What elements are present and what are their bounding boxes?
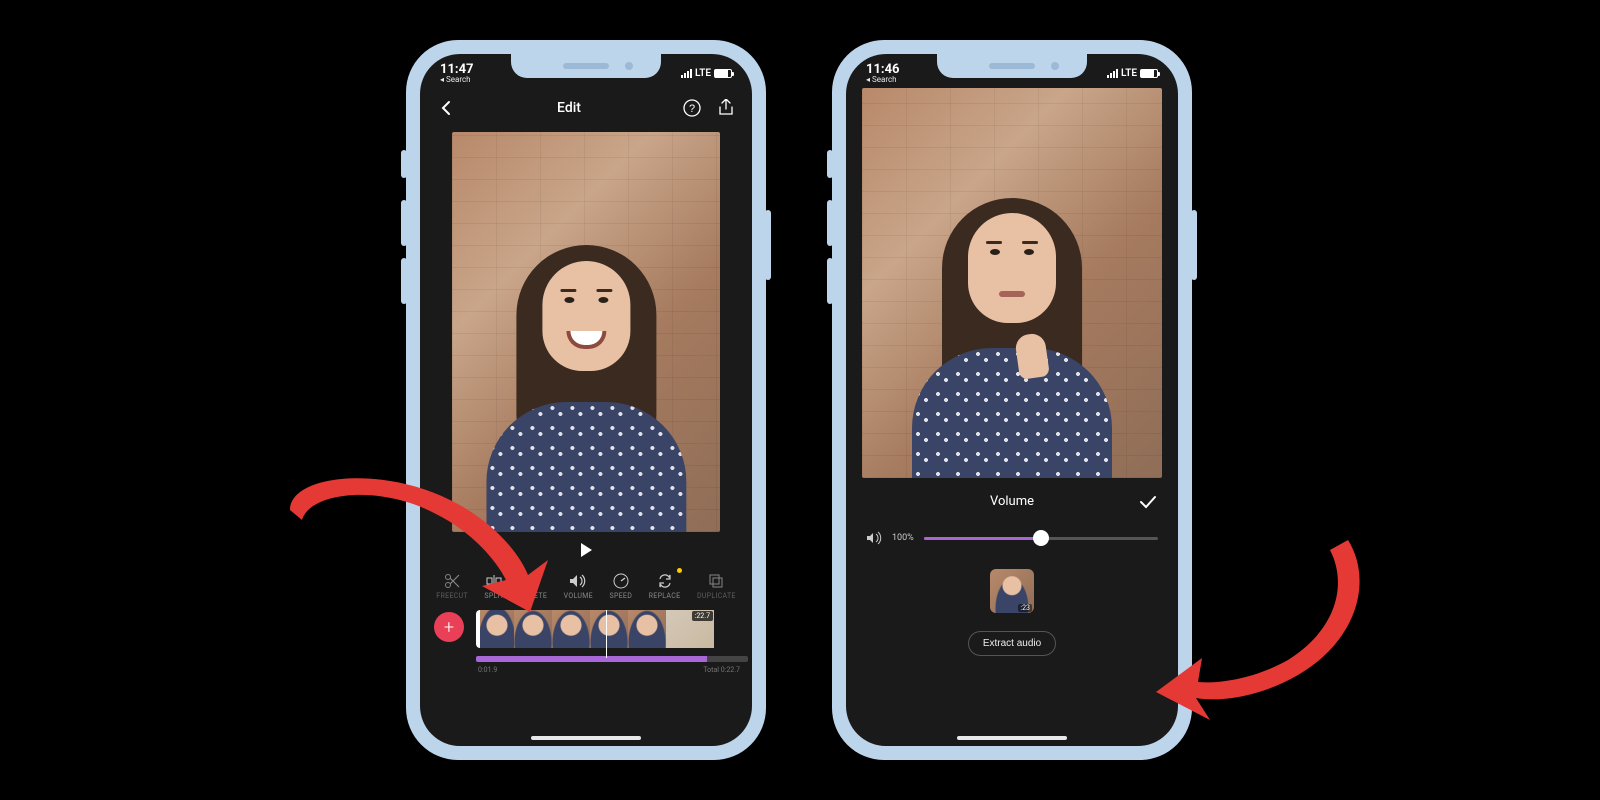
tool-duplicate[interactable]: DUPLICATE [697,572,736,600]
svg-text:?: ? [689,103,695,115]
volume-up-button [401,200,407,246]
playhead[interactable] [606,610,607,658]
timeline-thumb[interactable] [476,610,514,648]
volume-icon [866,531,882,545]
current-time: 0:01.9 [478,666,497,674]
scissors-icon [443,572,461,590]
extract-audio-button[interactable]: Extract audio [968,631,1056,656]
battery-icon [1140,69,1158,78]
tool-speed[interactable]: SPEED [609,572,632,600]
volume-title: Volume [990,494,1034,509]
volume-icon [569,572,587,590]
mute-switch [827,150,833,178]
slider-fill [924,537,1041,540]
timeline-thumb[interactable] [552,610,590,648]
video-preview[interactable] [452,132,720,532]
carrier-label: LTE [1121,68,1137,79]
nav-bar: Edit ? [420,88,752,128]
timeline-thumb[interactable] [514,610,552,648]
tool-volume[interactable]: VOLUME [564,572,593,600]
power-button [1191,210,1197,280]
confirm-button[interactable] [1138,492,1158,512]
signal-icon [1107,69,1118,78]
home-indicator[interactable] [957,736,1067,740]
trash-icon [525,572,543,590]
status-time: 11:47 [440,63,474,76]
volume-down-button [827,258,833,304]
screen-volume: 11:46 ◂ Search LTE [846,54,1178,746]
status-back-to-search[interactable]: ◂ Search [866,76,900,84]
home-indicator[interactable] [531,736,641,740]
volume-percent: 100% [892,533,914,543]
new-feature-dot [677,568,682,573]
tool-label: FREECUT [436,592,468,600]
mute-switch [401,150,407,178]
status-back-to-search[interactable]: ◂ Search [440,76,474,84]
volume-panel: Volume 100% :23 Extract audio [846,478,1178,656]
notch [511,54,661,78]
timeline-area: + :22.7 0:01.9 Total 0:22.7 [420,604,752,674]
tool-freecut[interactable]: FREECUT [436,572,468,600]
timeline-thumb[interactable] [628,610,666,648]
volume-down-button [401,258,407,304]
help-icon[interactable]: ? [682,98,702,118]
carrier-label: LTE [695,68,711,79]
tool-label: DUPLICATE [697,592,736,600]
speed-icon [612,572,630,590]
add-clip-button[interactable]: + [434,612,464,642]
play-button[interactable] [576,540,596,560]
share-icon[interactable] [716,98,736,118]
timeline-thumb[interactable] [590,610,628,648]
tool-label: SPEED [609,592,632,600]
clip-thumbnail[interactable]: :23 [990,569,1034,613]
split-icon [485,572,503,590]
volume-up-button [827,200,833,246]
phone-mockup-left: 11:47 ◂ Search LTE Edit ? [406,40,766,760]
notch [937,54,1087,78]
duplicate-icon [707,572,725,590]
battery-icon [714,69,732,78]
power-button [765,210,771,280]
tool-replace[interactable]: REPLACE [649,572,681,600]
tool-split[interactable]: SPLIT [484,572,504,600]
plus-icon: + [444,617,454,638]
volume-slider[interactable] [924,537,1158,540]
total-time: Total 0:22.7 [703,666,740,674]
page-title: Edit [557,100,581,116]
video-preview[interactable] [862,88,1162,478]
tool-label: DELETE [521,592,547,600]
clip-duration-badge: :22.7 [692,611,713,621]
clip-duration: :23 [1018,604,1032,612]
screen-edit: 11:47 ◂ Search LTE Edit ? [420,54,752,746]
tool-delete[interactable]: DELETE [521,572,547,600]
slider-knob[interactable] [1033,530,1049,546]
tool-label: SPLIT [484,592,504,600]
replace-icon [656,572,674,590]
timeline-thumb[interactable]: :22.7 [666,610,714,648]
status-time: 11:46 [866,63,900,76]
signal-icon [681,69,692,78]
timeline[interactable]: :22.7 [476,610,748,654]
phone-mockup-right: 11:46 ◂ Search LTE [832,40,1192,760]
tool-label: REPLACE [649,592,681,600]
edit-toolbar: FREECUT SPLIT DELETE VOLUME SPEED RE [420,568,752,604]
tool-label: VOLUME [564,592,593,600]
back-button[interactable] [436,98,456,118]
